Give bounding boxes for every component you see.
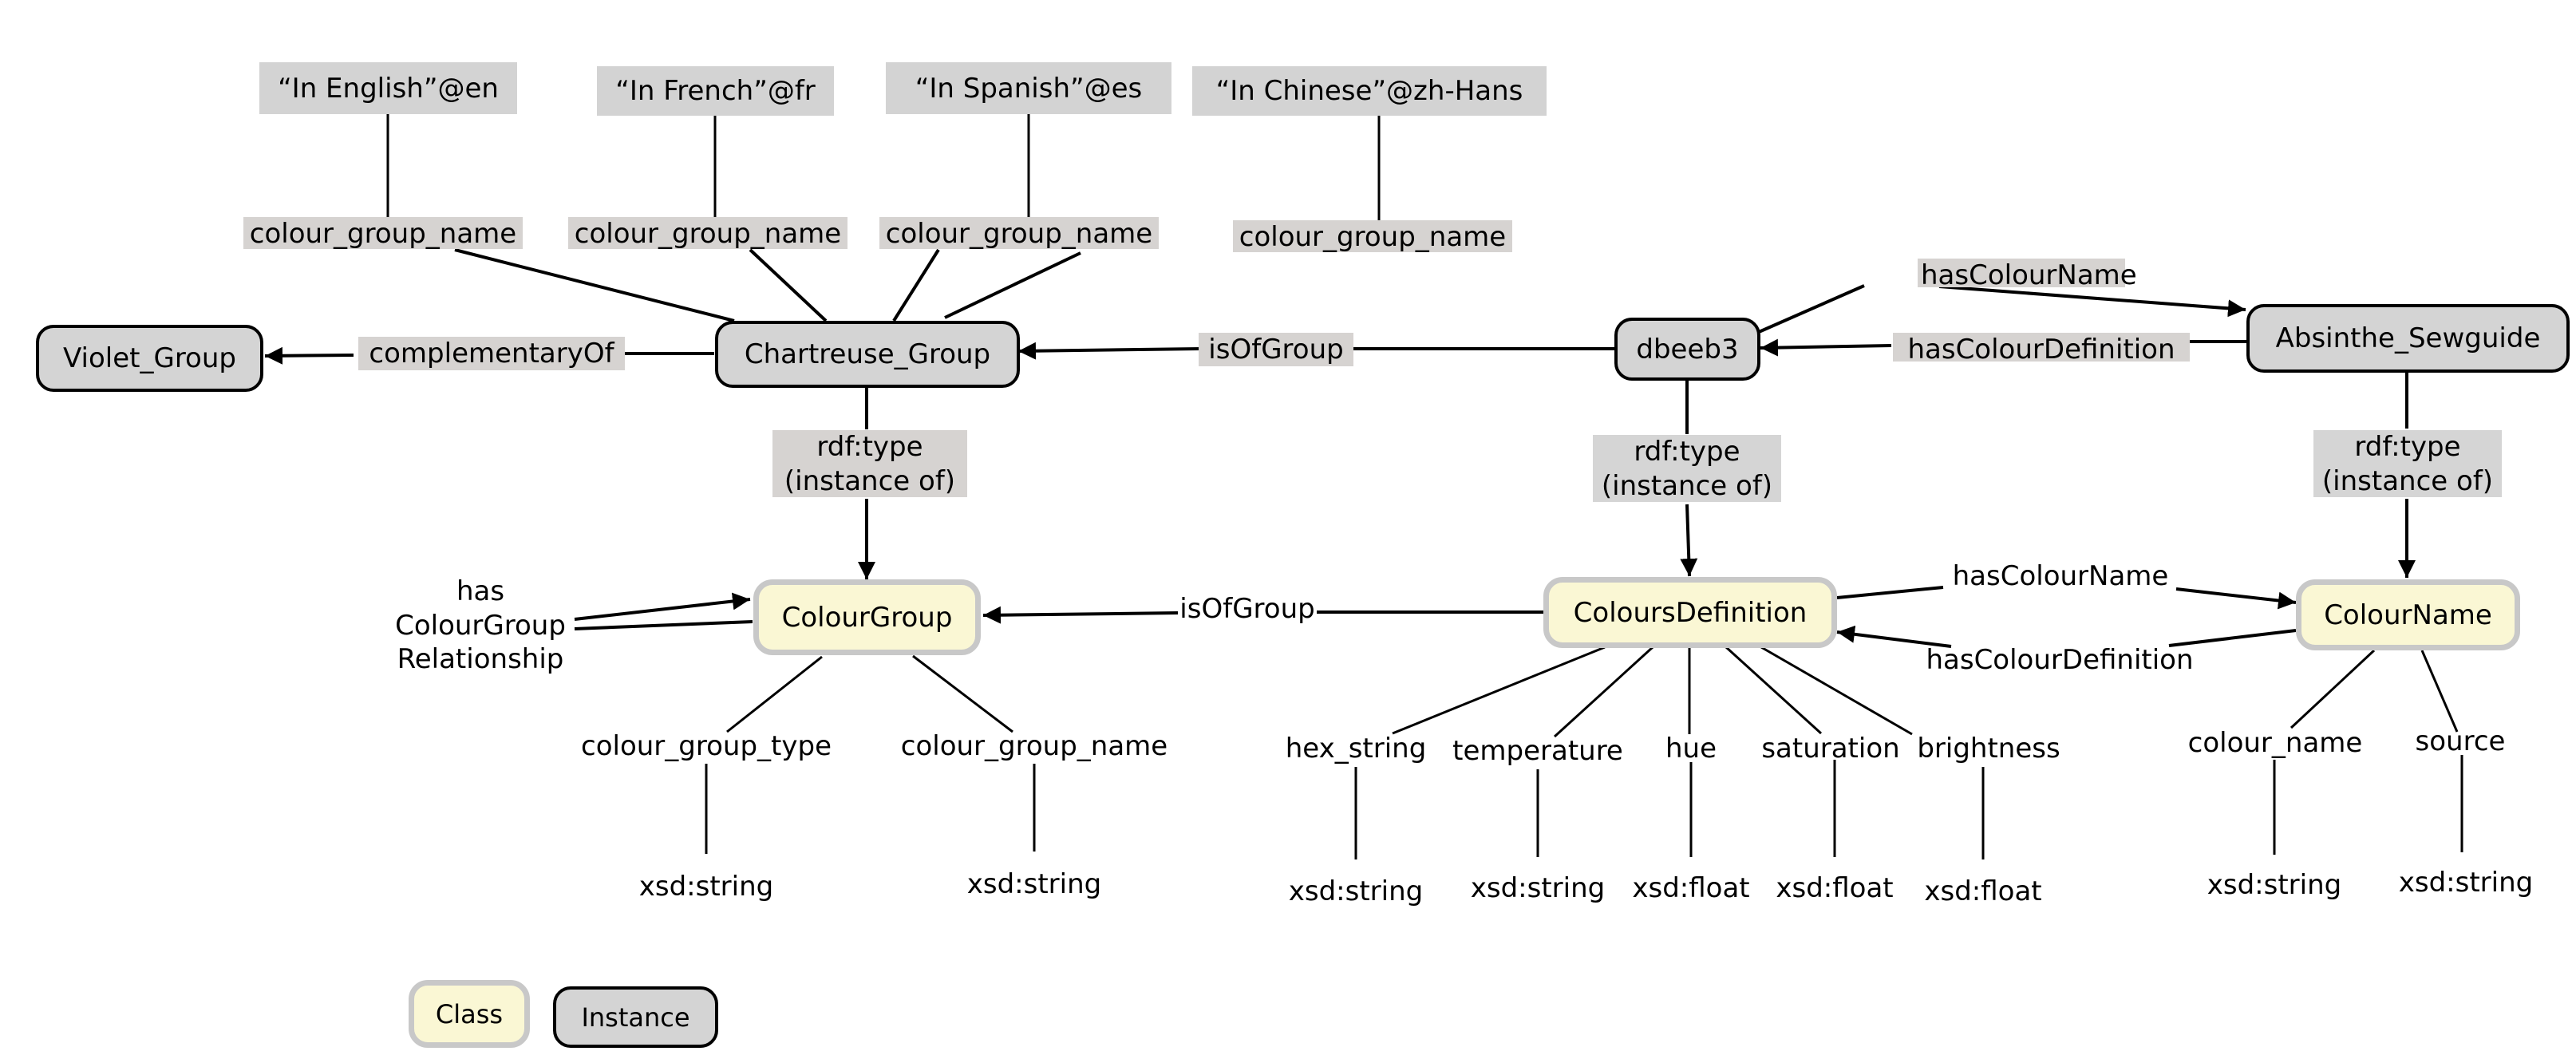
edge-prop-brightness	[1760, 646, 1913, 736]
edge-prop-colour-group-type	[726, 655, 823, 733]
colourgroup-text: ColourGroup	[395, 609, 566, 642]
legend-class: Class	[409, 980, 530, 1048]
edge-complementary-of-b	[264, 346, 354, 365]
instance-violet-group-label: Violet_Group	[63, 342, 236, 374]
edge-has-cg-rel-a	[574, 592, 751, 621]
datatype-colour-group-name: xsd:string	[966, 868, 1102, 900]
instance-absinthe-sewguide[interactable]: Absinthe_Sewguide	[2246, 304, 2570, 373]
datatype-colour-group-type: xsd:string	[638, 871, 774, 903]
class-colour-group-label: ColourGroup	[781, 601, 953, 634]
instance-dbeeb3[interactable]: dbeeb3	[1614, 318, 1760, 381]
relationship-text: Relationship	[397, 643, 564, 675]
instance-of-text: (instance of)	[2321, 464, 2494, 497]
rdf-type-text: rdf:type	[816, 431, 923, 463]
instance-chartreuse-group[interactable]: Chartreuse_Group	[715, 321, 1020, 388]
property-hue: hue	[1665, 733, 1717, 765]
edge-label-has-colour-definition-class: hasColourDefinition	[1926, 644, 2194, 676]
datatype-hex-string: xsd:string	[1288, 875, 1424, 907]
edge-has-cg-rel-b	[574, 620, 753, 630]
edge-label-colour-group-name-en: colour_group_name	[243, 217, 523, 250]
edge-cgn-es	[892, 248, 940, 322]
edge-label-is-of-group: isOfGroup	[1199, 333, 1353, 366]
property-brightness: brightness	[1917, 733, 2060, 765]
edge-label-rdf-type-colour-group: rdf:type (instance of)	[772, 430, 967, 497]
legend-instance-label: Instance	[581, 1002, 690, 1033]
rdf-type-text: rdf:type	[2354, 431, 2461, 463]
edge-has-colour-name-a	[1758, 284, 1865, 334]
class-colour-group[interactable]: ColourGroup	[753, 579, 981, 655]
instance-chartreuse-group-label: Chartreuse_Group	[744, 338, 991, 370]
property-colour-group-name: colour_group_name	[900, 730, 1168, 762]
class-colours-definition-label: ColoursDefinition	[1573, 596, 1808, 629]
class-colours-definition[interactable]: ColoursDefinition	[1543, 577, 1837, 648]
datatype-temperature: xsd:string	[1470, 872, 1606, 904]
edge-cgn-en	[454, 248, 735, 322]
edge-label-colour-group-name-fr: colour_group_name	[568, 217, 847, 250]
datatype-brightness: xsd:float	[1924, 875, 2042, 907]
edge-has-colour-name-class-b	[2175, 587, 2297, 610]
edge-is-of-group-b	[1017, 342, 1202, 360]
class-colour-name[interactable]: ColourName	[2296, 579, 2520, 650]
edge-rdf-type-cd-b	[1680, 504, 1698, 577]
property-hex-string: hex_string	[1285, 733, 1427, 765]
datatype-hue: xsd:float	[1632, 872, 1750, 904]
edge-prop-colour-group-name	[912, 654, 1013, 733]
property-saturation: saturation	[1761, 733, 1900, 765]
datatype-colour-name: xsd:string	[2207, 869, 2342, 901]
edge-label-complementary-of: complementaryOf	[358, 337, 625, 370]
rdf-type-text: rdf:type	[1634, 436, 1740, 468]
edge-label-has-colour-name: hasColourName	[1918, 259, 2137, 291]
edge-has-colour-name-class-a	[1836, 586, 1944, 599]
legend-class-label: Class	[435, 998, 504, 1029]
edge-label-is-of-group-class: isOfGroup	[1179, 593, 1315, 625]
literal-spanish: “In Spanish”@es	[886, 62, 1171, 114]
literal-english-text: “In English”@en	[278, 72, 499, 105]
edge-prop-colour-name	[2290, 649, 2376, 729]
literal-french-text: “In French”@fr	[615, 75, 816, 107]
edge-prop-source	[2420, 650, 2459, 733]
edge-label-colour-group-name-zh: colour_group_name	[1233, 220, 1512, 253]
edge-label-has-colour-group-relationship: has ColourGroup Relationship	[385, 575, 576, 677]
instance-of-text: (instance of)	[1601, 469, 1773, 502]
edge-has-colour-definition-b	[1760, 338, 1892, 357]
edge-label-has-colour-definition: hasColourDefinition	[1893, 333, 2190, 365]
edge-label-rdf-type-colour-name: rdf:type (instance of)	[2313, 430, 2502, 497]
literal-french: “In French”@fr	[597, 66, 834, 116]
datatype-saturation: xsd:float	[1776, 872, 1894, 904]
edge-prop-saturation	[1725, 646, 1823, 735]
literal-chinese-text: “In Chinese”@zh-Hans	[1215, 75, 1523, 107]
property-colour-group-type: colour_group_type	[581, 730, 832, 762]
literal-chinese: “In Chinese”@zh-Hans	[1192, 66, 1547, 116]
class-colour-name-label: ColourName	[2324, 599, 2492, 631]
property-temperature: temperature	[1452, 735, 1623, 767]
legend-instance: Instance	[553, 986, 718, 1048]
instance-of-text: (instance of)	[784, 464, 956, 497]
datatype-source: xsd:string	[2398, 867, 2534, 899]
literal-english: “In English”@en	[259, 62, 517, 114]
property-colour-name: colour_name	[2187, 727, 2363, 759]
edge-label-has-colour-name-class: hasColourName	[1952, 560, 2169, 592]
edge-cgn-zh	[944, 251, 1081, 319]
edge-is-of-group-class-b	[982, 606, 1179, 624]
has-text: has	[456, 575, 505, 607]
instance-violet-group[interactable]: Violet_Group	[36, 325, 263, 392]
edge-label-colour-group-name-es: colour_group_name	[879, 217, 1159, 250]
edge-label-rdf-type-colours-definition: rdf:type (instance of)	[1593, 435, 1781, 502]
edge-cgn-fr	[749, 248, 828, 322]
property-source: source	[2415, 725, 2506, 757]
instance-absinthe-sewguide-label: Absinthe_Sewguide	[2275, 322, 2541, 354]
literal-spanish-text: “In Spanish”@es	[915, 72, 1143, 105]
instance-dbeeb3-label: dbeeb3	[1636, 333, 1739, 365]
